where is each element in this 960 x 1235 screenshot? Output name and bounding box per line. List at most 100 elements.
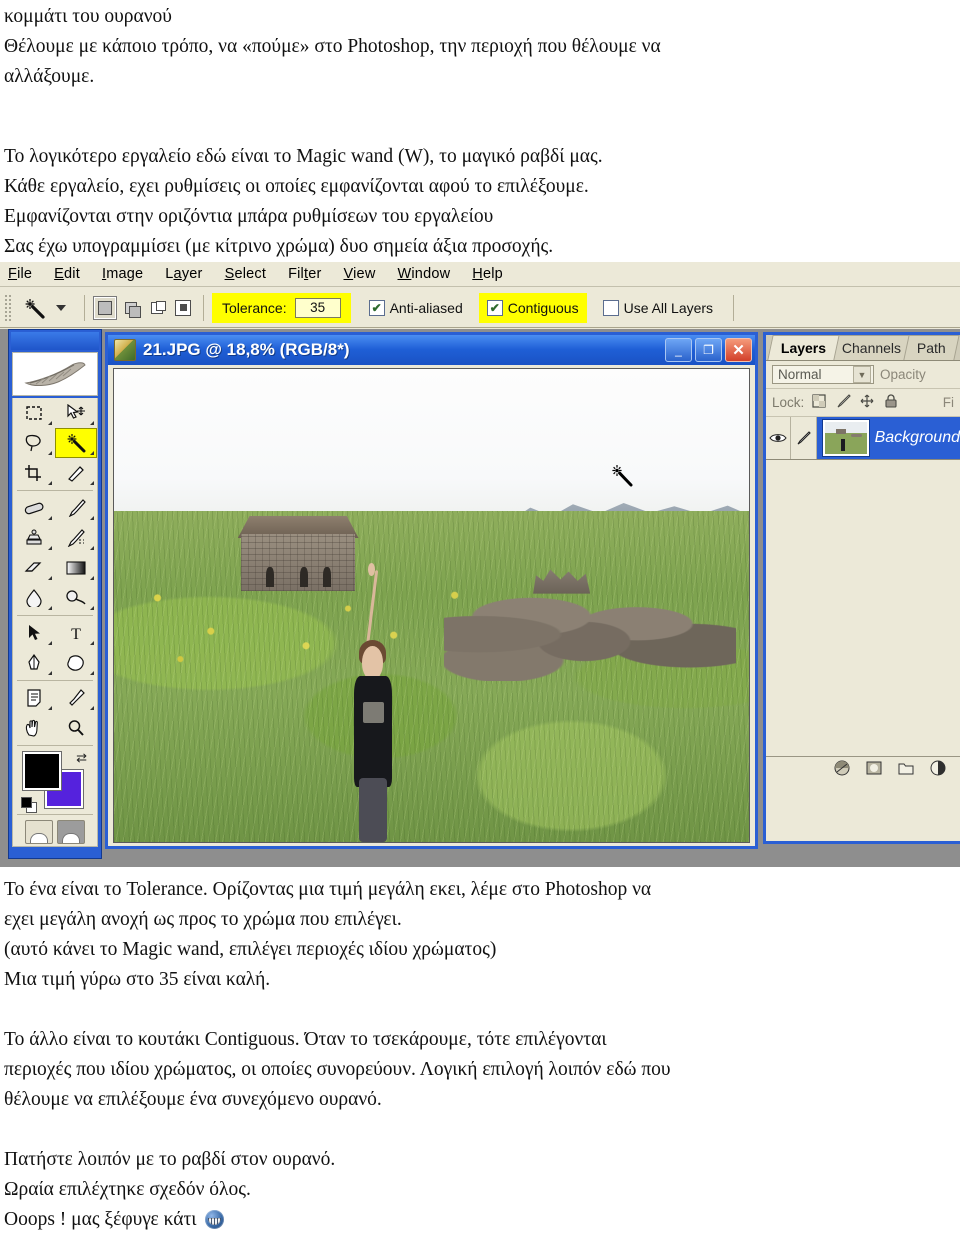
magic-wand-tool[interactable] <box>55 428 97 458</box>
foreground-color-swatch[interactable] <box>23 752 61 790</box>
eraser-tool[interactable] <box>13 553 55 583</box>
healing-brush-tool[interactable] <box>13 493 55 523</box>
paragraph-line: Θέλουμε με κάποιο τρόπο, να «πούμε» στο … <box>4 36 661 57</box>
menu-item-view[interactable]: View <box>344 266 376 282</box>
layer-style-icon[interactable] <box>834 760 850 779</box>
custom-shape-tool[interactable] <box>55 648 97 678</box>
tab-paths[interactable]: Path <box>903 335 960 360</box>
layer-name[interactable]: Background <box>875 429 960 447</box>
opacity-label: Opacity <box>880 367 926 382</box>
options-bar-grip[interactable] <box>4 293 12 322</box>
photo-sky-region <box>114 369 749 526</box>
gradient-tool[interactable] <box>55 553 97 583</box>
crop-tool[interactable] <box>13 458 55 488</box>
tolerance-input[interactable]: 35 <box>294 297 341 318</box>
close-button[interactable]: ✕ <box>725 338 752 362</box>
adjustment-layer-icon[interactable] <box>930 760 946 779</box>
anti-aliased-group: ✔ Anti-aliased <box>361 293 471 323</box>
layers-palette-footer <box>766 756 960 782</box>
vertical-spacer <box>4 1115 960 1145</box>
lock-all-icon[interactable] <box>882 394 900 411</box>
explanation-text-block: Το ένα είναι το Tolerance. Ορίζοντας μια… <box>0 867 960 1235</box>
divider <box>17 615 93 616</box>
add-to-selection-button[interactable] <box>119 295 143 320</box>
menu-bar: File Edit Image Layer Select Filter View… <box>0 262 960 287</box>
grinning-emoticon-icon <box>204 1210 224 1229</box>
new-selection-button[interactable] <box>93 295 117 320</box>
menu-item-image[interactable]: Image <box>102 266 143 282</box>
layers-palette: Layers Channels Path Normal ▼ Opacity Lo… <box>763 332 960 844</box>
hand-tool[interactable] <box>13 713 55 743</box>
layer-row-background[interactable]: Background <box>766 417 960 460</box>
new-group-icon[interactable] <box>898 761 914 778</box>
contiguous-group: ✔ Contiguous <box>478 292 587 323</box>
menu-item-filter[interactable]: Filter <box>288 266 321 282</box>
window-buttons: _ ❐ ✕ <box>665 338 752 362</box>
brush-tool[interactable] <box>55 493 97 523</box>
menu-item-window[interactable]: Window <box>398 266 451 282</box>
rectangular-marquee-tool[interactable] <box>13 398 55 428</box>
chevron-down-icon[interactable]: ▼ <box>853 366 871 383</box>
tool-options-bar: Tolerance: 35 ✔ Anti-aliased ✔ Contiguou… <box>0 288 960 328</box>
divider <box>17 745 93 746</box>
lock-position-icon[interactable] <box>858 394 876 411</box>
use-all-layers-checkbox[interactable]: ✔ <box>602 299 619 316</box>
notes-tool[interactable] <box>13 683 55 713</box>
divider <box>17 680 93 681</box>
document-titlebar[interactable]: 21.JPG @ 18,8% (RGB/8*) _ ❐ ✕ <box>108 335 755 365</box>
blur-tool[interactable] <box>13 583 55 613</box>
zoom-tool[interactable] <box>55 713 97 743</box>
intersect-with-selection-button[interactable] <box>171 295 195 320</box>
divider <box>17 814 93 815</box>
tab-channels[interactable]: Channels <box>828 335 915 360</box>
tab-layers[interactable]: Layers <box>767 335 840 360</box>
path-selection-tool[interactable] <box>13 618 55 648</box>
lock-transparent-pixels-icon[interactable] <box>810 394 828 411</box>
menu-item-file[interactable]: File <box>8 266 32 282</box>
tool-preset-chevron-down-icon[interactable] <box>56 304 66 311</box>
anti-aliased-checkbox[interactable]: ✔ <box>368 299 385 316</box>
paragraph-line: περιοχές που ιδίου χρώματος, οι οποίες σ… <box>4 1059 671 1080</box>
layer-active-brush-icon[interactable] <box>791 417 817 459</box>
use-all-layers-label: Use All Layers <box>623 299 714 316</box>
menu-item-edit[interactable]: Edit <box>54 266 80 282</box>
paragraph-line: Εμφανίζονται στην οριζόντια μπάρα ρυθμίσ… <box>4 206 494 227</box>
toolbox-titlebar[interactable] <box>11 332 99 350</box>
paragraph-line: Μια τιμή γύρω στο 35 είναι καλή. <box>4 969 271 990</box>
maximize-button[interactable]: ❐ <box>695 338 722 362</box>
photo-landscape-with-chapel-and-girl <box>114 369 749 842</box>
use-all-layers-group: ✔ Use All Layers <box>595 293 721 323</box>
subtract-from-selection-button[interactable] <box>145 295 169 320</box>
menu-item-layer[interactable]: Layer <box>165 266 202 282</box>
document-window: 21.JPG @ 18,8% (RGB/8*) _ ❐ ✕ <box>105 332 758 849</box>
type-tool[interactable]: T <box>55 618 97 648</box>
eyedropper-tool[interactable] <box>55 683 97 713</box>
move-tool[interactable] <box>55 398 97 428</box>
tab-channels-label: Channels <box>842 340 902 356</box>
history-brush-tool[interactable] <box>55 523 97 553</box>
clone-stamp-tool[interactable] <box>13 523 55 553</box>
dodge-tool[interactable] <box>55 583 97 613</box>
blend-mode-select[interactable]: Normal ▼ <box>772 365 874 384</box>
minimize-button[interactable]: _ <box>665 338 692 362</box>
default-colors-icon[interactable] <box>21 797 37 813</box>
paragraph-line: Οοops ! μας ξέφυγε κάτι <box>4 1209 197 1230</box>
layer-mask-icon[interactable] <box>866 760 882 779</box>
pen-tool[interactable] <box>13 648 55 678</box>
menu-item-select[interactable]: Select <box>225 266 267 282</box>
tolerance-label: Tolerance: <box>222 299 287 316</box>
layers-list-empty-area[interactable] <box>766 460 960 756</box>
full-screen-mode-button[interactable] <box>57 820 85 844</box>
menu-item-help[interactable]: Help <box>472 266 503 282</box>
tab-paths-label: Path <box>917 340 947 356</box>
image-canvas[interactable] <box>113 368 750 843</box>
lasso-tool[interactable] <box>13 428 55 458</box>
standard-screen-mode-button[interactable] <box>25 820 53 844</box>
contiguous-checkbox[interactable]: ✔ <box>486 299 503 316</box>
slice-tool[interactable] <box>55 458 97 488</box>
paragraph-line: Σας έχω υπογραμμίσει (με κίτρινο χρώμα) … <box>4 236 554 257</box>
swap-colors-icon[interactable]: ⇄ <box>76 750 87 766</box>
lock-image-pixels-icon[interactable] <box>834 394 852 411</box>
magic-wand-icon[interactable] <box>18 293 52 323</box>
layer-visibility-eye-icon[interactable] <box>766 417 792 459</box>
